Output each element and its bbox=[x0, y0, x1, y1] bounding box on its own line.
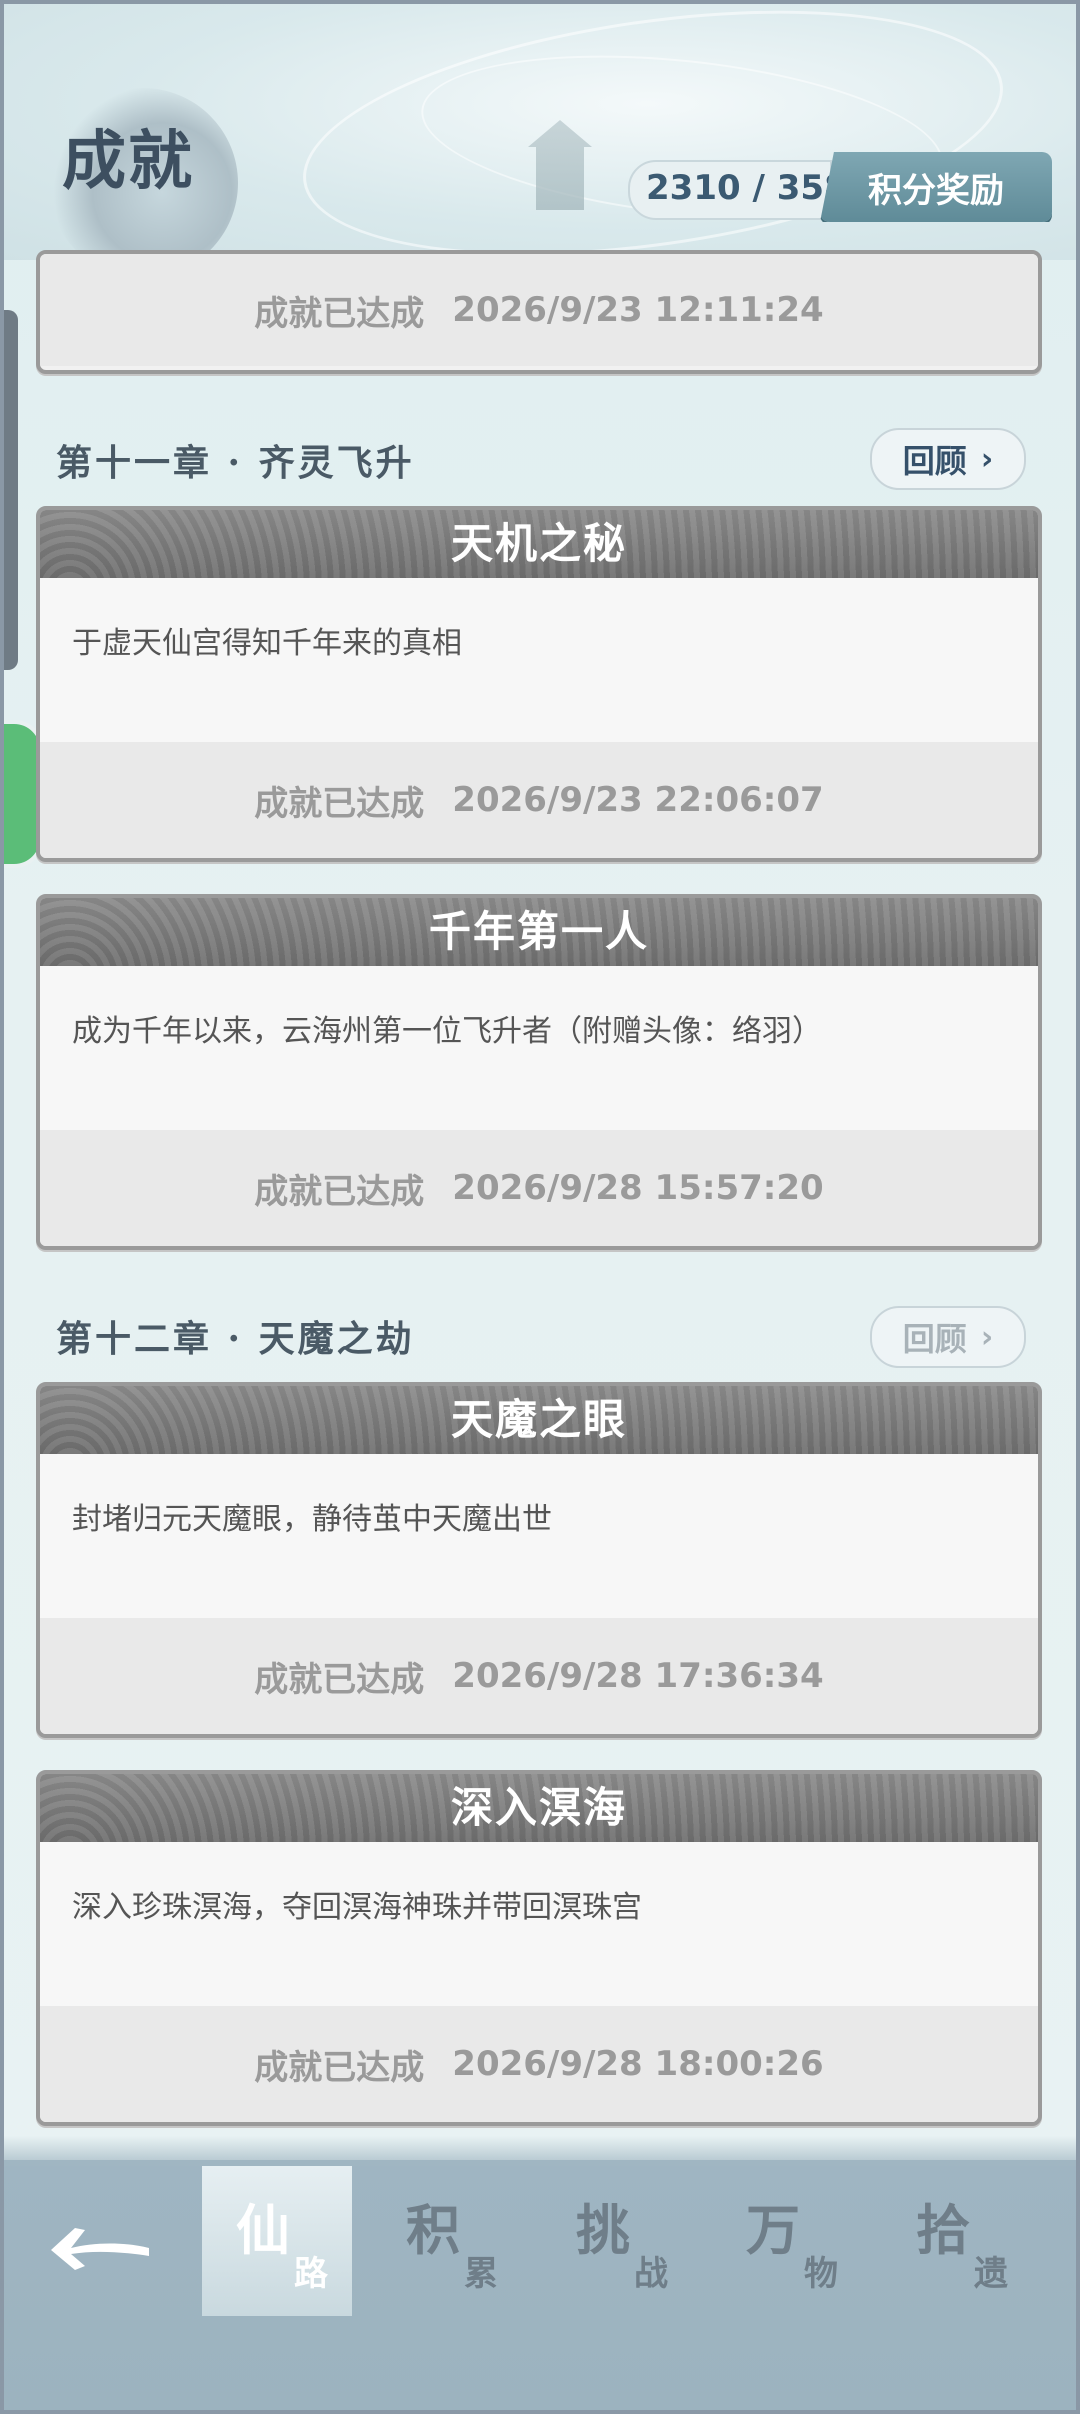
chapter-title: 第十一章 · 齐灵飞升 bbox=[56, 442, 415, 484]
achievement-description: 成为千年以来，云海州第一位飞升者（附赠头像：络羽） bbox=[40, 966, 1038, 1130]
achievement-time: 2026/9/28 15:57:20 bbox=[452, 1168, 824, 1208]
achievement-card: 天魔之眼 封堵归元天魔眼，静待茧中天魔出世 成就已达成 2026/9/28 17… bbox=[36, 1382, 1042, 1738]
chapter-title: 第十二章 · 天魔之劫 bbox=[56, 1318, 415, 1360]
review-label: 回顾 bbox=[902, 1320, 967, 1358]
achievement-card: 千年第一人 成为千年以来，云海州第一位飞升者（附赠头像：络羽） 成就已达成 20… bbox=[36, 894, 1042, 1250]
page-title: 成就 bbox=[62, 124, 194, 199]
achievement-time: 2026/9/23 22:06:07 bbox=[452, 780, 824, 820]
back-arrow-icon[interactable] bbox=[40, 2198, 160, 2288]
achievement-status: 成就已达成 bbox=[254, 2047, 425, 2088]
achievement-time: 2026/9/23 12:11:24 bbox=[452, 290, 824, 330]
achievement-time: 2026/9/28 18:00:26 bbox=[452, 2044, 824, 2084]
card-footer: 成就已达成 2026/9/28 18:00:26 bbox=[40, 2006, 1038, 2122]
chevron-right-icon: › bbox=[980, 441, 994, 477]
tab-sub-char: 物 bbox=[804, 2254, 838, 2294]
achievement-card: 深入溟海 深入珍珠溟海，夺回溟海神珠并带回溟珠宫 成就已达成 2026/9/28… bbox=[36, 1770, 1042, 2126]
review-label: 回顾 bbox=[902, 442, 967, 480]
tab-sub-char: 遗 bbox=[974, 2254, 1008, 2294]
tab-sub-char: 战 bbox=[634, 2254, 668, 2294]
tab-sub-char: 累 bbox=[464, 2254, 498, 2294]
tab-main-char: 拾 bbox=[916, 2198, 970, 2262]
tab-tiaozhan[interactable]: 挑 战 bbox=[542, 2166, 692, 2316]
achievement-title: 天魔之眼 bbox=[40, 1386, 1038, 1454]
review-button[interactable]: 回顾 › bbox=[870, 1306, 1026, 1368]
achievement-status: 成就已达成 bbox=[254, 1659, 425, 1700]
achievement-status: 成就已达成 bbox=[254, 293, 425, 334]
tab-main-char: 仙 bbox=[236, 2198, 290, 2262]
tab-main-char: 积 bbox=[406, 2198, 460, 2262]
achievement-time: 2026/9/28 17:36:34 bbox=[452, 1656, 824, 1696]
review-button[interactable]: 回顾 › bbox=[870, 428, 1026, 490]
achievement-description: 封堵归元天魔眼，静待茧中天魔出世 bbox=[40, 1454, 1038, 1618]
achievement-card: 成就已达成 2026/9/23 12:11:24 bbox=[36, 250, 1042, 374]
achievement-status: 成就已达成 bbox=[254, 783, 425, 824]
tab-shiyi[interactable]: 拾 遗 bbox=[882, 2166, 1032, 2316]
card-footer: 成就已达成 2026/9/23 22:06:07 bbox=[40, 742, 1038, 858]
tab-main-char: 挑 bbox=[576, 2198, 630, 2262]
card-footer: 成就已达成 2026/9/23 12:11:24 bbox=[40, 254, 1038, 366]
tab-wanwu[interactable]: 万 物 bbox=[712, 2166, 862, 2316]
tab-sub-char: 路 bbox=[294, 2254, 328, 2294]
achievement-title: 天机之秘 bbox=[40, 510, 1038, 578]
card-footer: 成就已达成 2026/9/28 17:36:34 bbox=[40, 1618, 1038, 1734]
achievement-title: 千年第一人 bbox=[40, 898, 1038, 966]
achievement-description: 深入珍珠溟海，夺回溟海神珠并带回溟珠宫 bbox=[40, 1842, 1038, 2006]
achievement-card: 天机之秘 于虚天仙宫得知千年来的真相 成就已达成 2026/9/23 22:06… bbox=[36, 506, 1042, 862]
tab-xianlu[interactable]: 仙 路 bbox=[202, 2166, 352, 2316]
achievement-description: 于虚天仙宫得知千年来的真相 bbox=[40, 578, 1038, 742]
tab-main-char: 万 bbox=[746, 2198, 800, 2262]
card-footer: 成就已达成 2026/9/28 15:57:20 bbox=[40, 1130, 1038, 1246]
tab-jilei[interactable]: 积 累 bbox=[372, 2166, 522, 2316]
achievement-title: 深入溟海 bbox=[40, 1774, 1038, 1842]
points-reward-button[interactable]: 积分奖励 bbox=[820, 152, 1052, 222]
chevron-right-icon: › bbox=[980, 1319, 994, 1355]
side-panel-handle[interactable] bbox=[0, 310, 18, 670]
achievement-status: 成就已达成 bbox=[254, 1171, 425, 1212]
